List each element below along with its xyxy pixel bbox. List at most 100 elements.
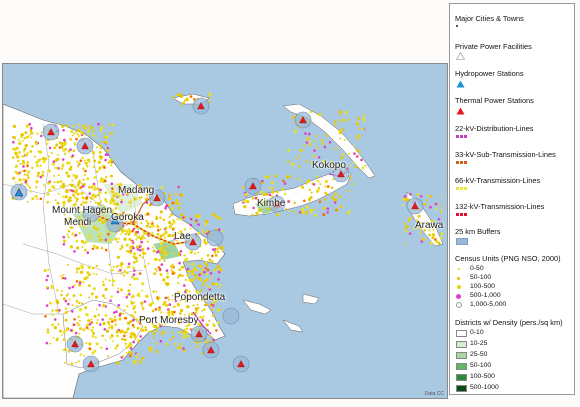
census-unit-dot <box>120 329 123 332</box>
census-unit-dot <box>97 218 101 222</box>
census-unit-dot <box>132 266 135 270</box>
census-unit-dot <box>154 308 158 311</box>
census-unit-dot <box>353 161 355 164</box>
census-unit-dot <box>60 290 63 293</box>
census-unit-dot <box>201 283 204 286</box>
census-unit-dot <box>148 303 153 307</box>
census-unit-dot <box>111 269 115 272</box>
census-unit-dot <box>215 247 219 251</box>
census-unit-dot <box>171 335 175 339</box>
census-unit-dot <box>287 148 290 152</box>
city-label-arawa: Arawa <box>415 220 444 231</box>
census-unit-dot <box>304 132 307 135</box>
census-unit-dot <box>98 232 102 235</box>
census-unit-dot <box>149 226 152 229</box>
census-unit-dot <box>364 164 367 167</box>
census-unit-dot <box>126 321 131 325</box>
census-unit-dot <box>82 280 85 284</box>
census-unit-dot <box>97 313 100 317</box>
census-unit-dot <box>96 319 99 321</box>
census-unit-dot <box>103 132 106 135</box>
census-unit-dot <box>158 258 161 262</box>
census-unit-dot <box>141 282 145 286</box>
census-unit-dot <box>214 253 218 257</box>
census-unit-dot <box>131 241 134 243</box>
census-unit-dot <box>62 195 65 198</box>
census-unit-dot <box>118 314 122 317</box>
census-unit-dot <box>196 268 199 272</box>
map[interactable]: Madang Mount Hagen Mendi Goroka Lae Koko… <box>2 63 448 399</box>
census-unit-dot <box>101 334 104 338</box>
census-unit-dot <box>107 355 110 358</box>
census-unit-dot <box>308 132 311 136</box>
census-unit-dot <box>313 149 316 152</box>
census-unit-dot <box>75 270 79 274</box>
census-unit-dot <box>67 302 70 306</box>
census-unit-dot <box>49 301 52 305</box>
census-unit-dot <box>171 272 175 275</box>
census-unit-dot <box>120 198 123 202</box>
district-swatch-icon <box>456 363 467 370</box>
census-unit-dot <box>95 227 99 231</box>
census-unit-dot <box>416 193 419 197</box>
census-unit-dot <box>98 144 102 148</box>
census-unit-dot <box>116 344 119 347</box>
census-unit-dot <box>46 200 50 204</box>
census-unit-dot <box>80 264 84 268</box>
census-unit-dot <box>120 262 124 266</box>
census-unit-dot <box>125 352 128 355</box>
census-unit-dot <box>176 346 179 349</box>
census-unit-dot <box>132 340 135 344</box>
census-unit-dot <box>429 241 433 245</box>
census-unit-dot <box>317 156 321 159</box>
census-unit-dot <box>325 134 328 137</box>
census-unit-dot <box>204 341 207 344</box>
census-unit-dot <box>123 308 126 311</box>
census-unit-dot <box>417 214 421 218</box>
census-unit-dot <box>264 175 266 178</box>
census-unit-dot <box>439 211 442 214</box>
census-unit-dot <box>53 146 57 150</box>
census-unit-dot <box>146 240 149 243</box>
census-unit-dot <box>90 292 94 296</box>
census-unit-dot <box>197 251 200 254</box>
census-unit-dot <box>271 187 275 190</box>
census-unit-dot <box>69 329 73 332</box>
census-unit-dot <box>99 126 104 130</box>
district-swatch-icon <box>456 352 467 359</box>
census-unit-dot <box>73 318 76 321</box>
census-unit-dot <box>326 211 330 214</box>
census-unit-dot <box>114 207 118 210</box>
census-unit-dot <box>164 303 168 307</box>
census-unit-dot <box>80 270 84 274</box>
census-unit-dot <box>177 202 181 206</box>
city-label-lae: Lae <box>174 231 191 242</box>
census-unit-dot <box>346 118 350 121</box>
census-unit-dot <box>125 243 129 247</box>
census-unit-dot <box>408 216 412 220</box>
census-unit-dot <box>75 197 79 201</box>
census-unit-dot <box>152 249 156 253</box>
census-unit-dot <box>84 248 87 252</box>
census-unit-dot <box>65 328 69 331</box>
census-unit-dot <box>27 184 30 187</box>
census-unit-dot <box>171 252 174 255</box>
census-unit-dot <box>83 242 86 245</box>
census-unit-dot <box>72 173 76 177</box>
city-label-kokopo: Kokopo <box>312 160 346 171</box>
census-unit-dot <box>67 150 71 153</box>
census-unit-dot <box>209 335 212 338</box>
census-unit-dot <box>63 138 66 142</box>
census-unit-dot <box>108 132 112 135</box>
census-unit-dot <box>88 185 91 189</box>
census-unit-dot <box>15 146 19 150</box>
district-class-label: 50-100 <box>470 362 492 369</box>
census-unit-dot <box>281 188 284 191</box>
census-unit-dot <box>120 233 123 236</box>
census-unit-dot <box>174 202 178 205</box>
census-unit-dot <box>420 195 423 198</box>
census-unit-dot <box>68 167 72 171</box>
census-unit-dot <box>159 247 162 250</box>
census-unit-dot <box>160 255 164 260</box>
thermal-triangle-icon <box>456 107 465 115</box>
